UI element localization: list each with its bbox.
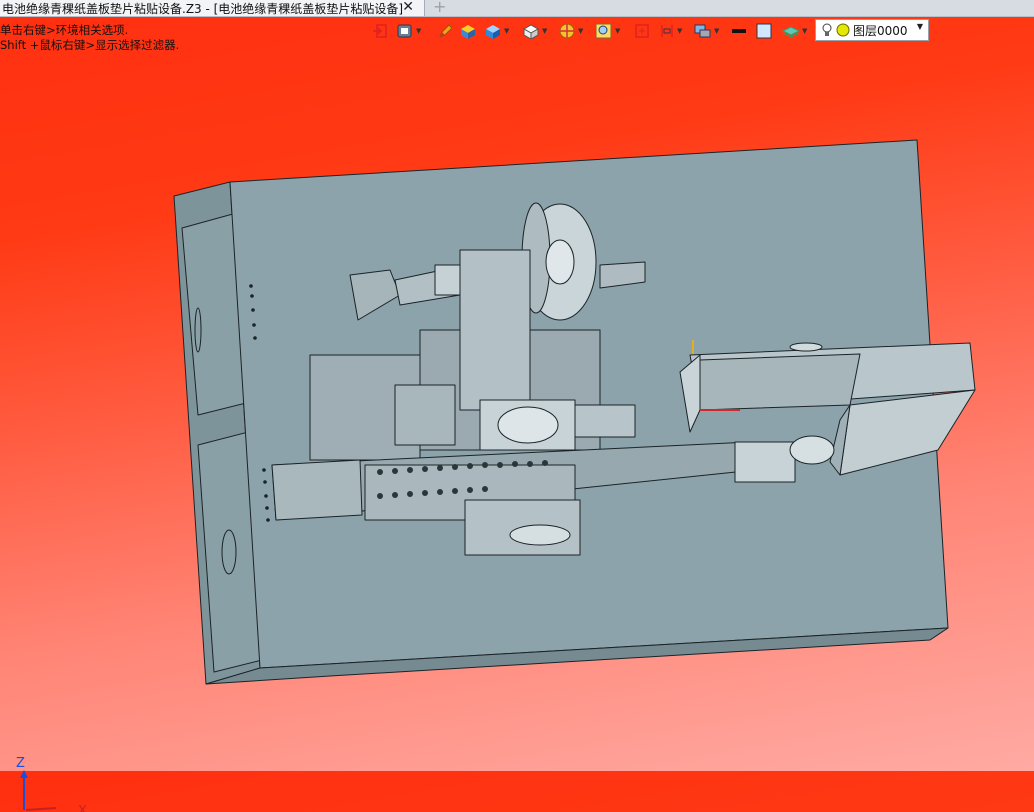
zoom-icon[interactable]: ▼ [595, 20, 620, 42]
align-icon[interactable]: ▼ [659, 20, 682, 42]
layer-selector-value: 图层0000 [853, 23, 908, 38]
tab-bar: 电池绝缘青稞纸盖板垫片粘贴设备.Z3 - [电池绝缘青稞纸盖板垫片粘贴设备] ✕… [0, 0, 1034, 17]
3d-viewport[interactable]: Z X [0, 44, 1034, 812]
layer-stack-icon[interactable]: ▼ [782, 20, 807, 42]
document-tab-title: 电池绝缘青稞纸盖板垫片粘贴设备.Z3 - [电池绝缘青稞纸盖板垫片粘贴设备] [2, 1, 403, 16]
x-axis-label: X [78, 804, 87, 812]
z-axis-label: Z [16, 756, 25, 771]
machine-model [173, 139, 976, 685]
layer-status-dot [836, 23, 850, 37]
axis-triad-icon: Z X [16, 756, 87, 812]
document-tab[interactable]: 电池绝缘青稞纸盖板垫片粘贴设备.Z3 - [电池绝缘青稞纸盖板垫片粘贴设备] ✕ [0, 0, 425, 16]
color-light-icon[interactable] [756, 20, 772, 42]
shaded-box-icon[interactable] [459, 20, 477, 42]
display-icon[interactable]: ▼ [694, 20, 719, 42]
blue-cube-icon[interactable]: ▼ [484, 20, 509, 42]
fit-icon[interactable] [634, 20, 650, 42]
pencil-icon[interactable] [438, 20, 452, 42]
close-tab-icon[interactable]: ✕ [402, 0, 414, 15]
exit-icon[interactable] [372, 20, 388, 42]
chevron-down-icon[interactable]: ▼ [917, 22, 923, 31]
color-black-icon[interactable] [731, 20, 747, 42]
add-tab-icon[interactable]: + [433, 0, 446, 16]
section-icon[interactable]: ▼ [558, 20, 583, 42]
hint-right-click: 单击右键>环境相关选项. [0, 23, 129, 37]
view-style-icon[interactable]: ▼ [396, 20, 421, 42]
white-cube-icon[interactable]: ▼ [522, 20, 547, 42]
lightbulb-icon [822, 23, 832, 36]
layer-selector[interactable]: 图层0000 ▼ [815, 19, 929, 41]
